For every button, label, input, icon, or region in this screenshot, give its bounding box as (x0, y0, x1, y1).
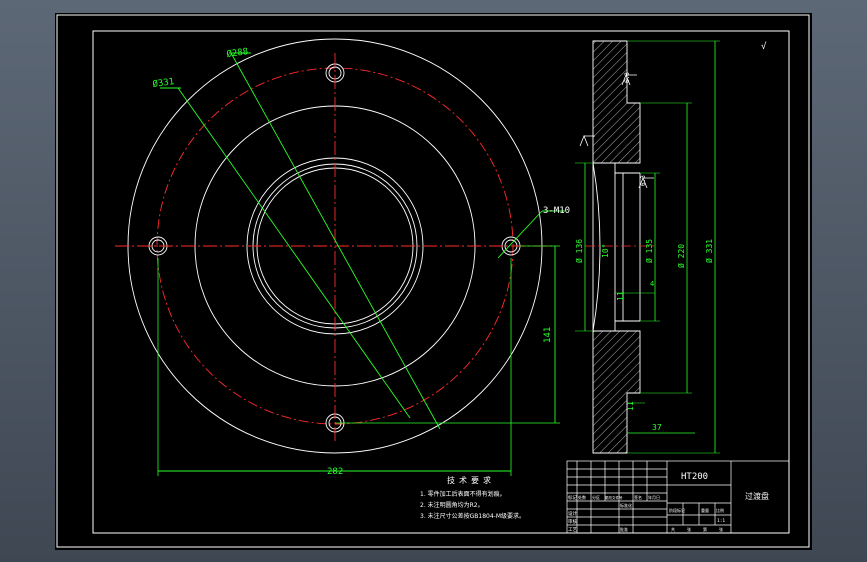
dim-text-220: Ø 220 (676, 244, 686, 268)
tb-std: 标准化 (620, 502, 632, 508)
tb-row-review: 审核 (568, 518, 577, 525)
tb-sheet-4: 张 (719, 526, 723, 532)
rough-text-mid: 6.3 (640, 175, 647, 186)
tb-col-sign: 签名 (634, 494, 642, 500)
dim-text-angle: 10° (601, 244, 610, 258)
tb-sheet-1: 共 (671, 526, 675, 532)
dim-text-3m10: 3-M10 (543, 206, 570, 216)
tb-col-date: 年月日 (648, 494, 660, 500)
dim-text-331-sec: Ø 331 (704, 239, 714, 263)
dim-text-288: Ø288 (226, 46, 249, 60)
cad-viewport[interactable]: Ø288 Ø331 3-M10 282 141 Ø 136 10° Ø 135 … (55, 13, 812, 550)
tb-sheet-2: 张 (687, 526, 691, 532)
front-view (115, 38, 565, 476)
dim-line-288 (230, 52, 441, 430)
section-lower (592, 330, 641, 454)
tb-col-count: 处数 (578, 494, 586, 500)
leader-3m10 (497, 210, 543, 259)
dim-text-11b: 11 (626, 401, 635, 411)
dim-line-331 (177, 87, 411, 419)
tech-note-1: 1. 零件加工后表面不得有划痕。 (420, 490, 506, 498)
tb-weight: 重量 (701, 507, 709, 513)
tech-note-3: 3. 未注尺寸公差按GB1804-M级要求。 (420, 512, 525, 520)
tb-scale-label: 比例 (716, 507, 724, 513)
section-upper (592, 40, 641, 164)
tb-scale: 1:1 (717, 518, 725, 524)
inner-frame (92, 30, 790, 534)
material-text: HT200 (681, 472, 708, 482)
tb-stage: 阶段标记 (669, 507, 685, 513)
rough-text-top: 6.3 (624, 72, 631, 83)
dim-text-136: Ø 136 (574, 239, 584, 263)
tech-note-2: 2. 未注明圆角均为R2。 (420, 501, 484, 509)
tb-row-craft: 工艺 (568, 527, 577, 533)
dim-text-135: Ø 135 (644, 239, 654, 263)
tb-sheet-3: 第 (703, 526, 707, 532)
dim-text-282: 282 (327, 467, 343, 477)
tb-row-design: 设计 (568, 510, 577, 517)
tb-col-zone: 分区 (592, 494, 600, 500)
dim-text-37: 37 (652, 423, 662, 432)
outer-frame (56, 14, 810, 548)
dim-text-4: 4 (650, 280, 654, 288)
part-name: 过渡盘 (745, 491, 769, 501)
dim-text-141: 141 (543, 327, 553, 343)
tech-title: 技术要求 (447, 475, 495, 485)
drawing-canvas: Ø288 Ø331 3-M10 282 141 Ø 136 10° Ø 135 … (56, 14, 810, 548)
tb-approve: 批准 (620, 526, 628, 532)
tb-col-doc: 更改文件号 (605, 495, 623, 500)
rough-corner: √ (761, 41, 767, 52)
tb-row-mark: 标记 (568, 494, 577, 501)
dim-text-11a: 11 (616, 291, 625, 301)
